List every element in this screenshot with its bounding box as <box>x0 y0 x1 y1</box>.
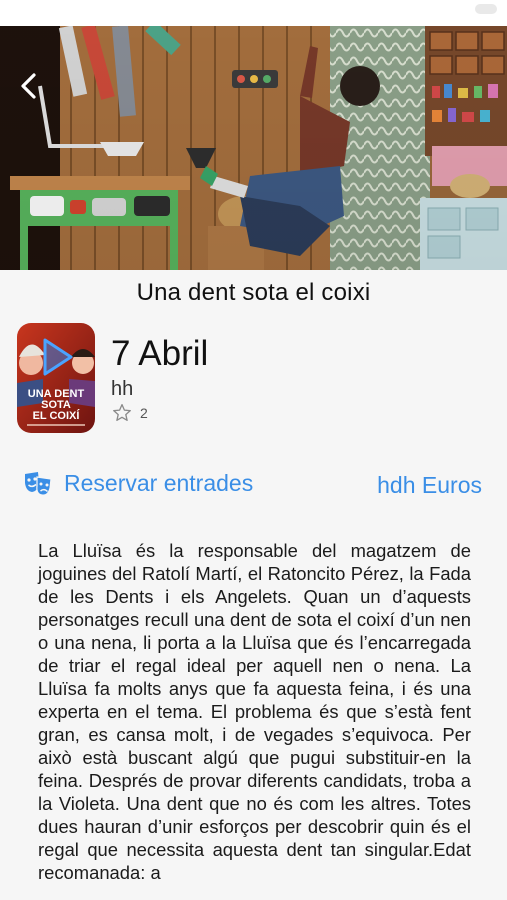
chevron-left-icon <box>21 73 36 99</box>
event-poster-thumbnail[interactable]: UNA DENT SOTA EL COIXÍ <box>17 323 95 433</box>
event-date: 7 Abril <box>111 334 209 373</box>
hero-image <box>0 26 507 270</box>
play-icon[interactable] <box>17 323 95 433</box>
status-indicator <box>475 4 497 14</box>
reserve-tickets-label: Reservar entrades <box>64 470 254 496</box>
rating-count: 2 <box>140 404 148 421</box>
reserve-tickets-button[interactable]: Reservar entrades <box>24 470 253 497</box>
star-outline-icon <box>113 403 131 422</box>
rating[interactable]: 2 <box>112 403 148 422</box>
stage-scene-illustration <box>0 26 507 270</box>
status-bar <box>0 0 507 26</box>
event-price: hdh Euros <box>377 472 482 498</box>
theater-masks-icon <box>25 471 52 496</box>
back-button[interactable] <box>10 66 46 106</box>
event-description: La Lluïsa és la responsable del magatzem… <box>38 540 471 883</box>
event-title: Una dent sota el coixi <box>136 279 371 306</box>
event-time: hh <box>111 378 134 400</box>
